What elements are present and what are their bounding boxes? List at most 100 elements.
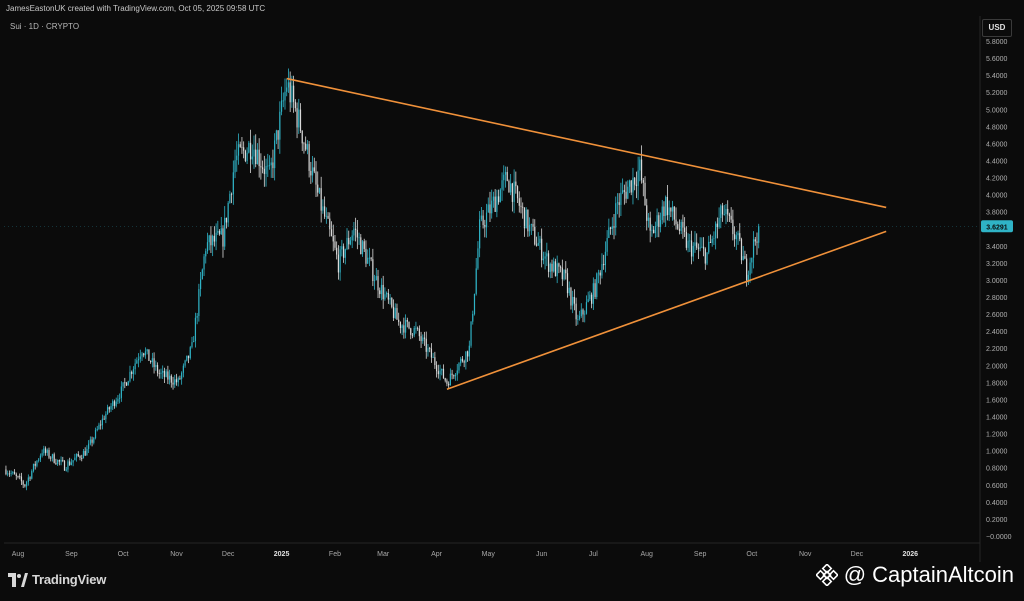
candle-body: [322, 206, 324, 211]
candle-body: [206, 242, 209, 252]
candle-body: [317, 184, 319, 193]
y-tick-label: 5.2000: [986, 90, 1008, 97]
candle-body: [134, 363, 136, 370]
candle-body: [663, 206, 665, 217]
candle-body: [608, 227, 610, 239]
candle-body: [213, 235, 215, 242]
candle-body: [448, 383, 450, 386]
candle-body: [129, 371, 131, 382]
candle-body: [647, 217, 650, 221]
candle-body: [96, 429, 98, 430]
candle-body: [363, 241, 365, 249]
candle-body: [334, 241, 336, 248]
candle-body: [349, 240, 352, 245]
candle-body: [749, 262, 751, 275]
candle-body: [60, 460, 62, 462]
candle-body: [43, 448, 45, 454]
candle-body: [511, 183, 513, 202]
candle-body: [72, 460, 74, 463]
candle-body: [630, 180, 632, 193]
candle-body: [758, 226, 760, 243]
candle-body: [12, 472, 14, 474]
candle-body: [437, 371, 439, 375]
y-tick-label: 4.6000: [986, 141, 1008, 148]
candle-body: [372, 259, 374, 282]
candle-body: [41, 453, 43, 456]
candle-body: [249, 142, 252, 160]
watermark-text: @ CaptainAltcoin: [843, 562, 1014, 587]
candle-body: [193, 341, 195, 343]
candle-body: [603, 264, 605, 266]
candle-body: [179, 378, 181, 379]
candle-body: [451, 373, 453, 376]
candle-body: [167, 371, 169, 380]
candle-body: [244, 150, 246, 161]
candle-body: [256, 149, 259, 165]
candle-body: [480, 215, 482, 220]
candle-body: [232, 172, 234, 195]
candle-body: [606, 238, 608, 252]
candle-body: [77, 453, 79, 456]
candle-body: [75, 453, 78, 458]
candle-body: [272, 162, 274, 169]
candle-body: [108, 407, 110, 410]
candle-body: [69, 461, 71, 465]
candle-body: [408, 321, 410, 329]
candle-body: [263, 168, 265, 174]
candle-body: [735, 235, 737, 240]
candle-body: [165, 371, 167, 377]
candle-body: [268, 165, 271, 166]
candle-body: [289, 82, 291, 103]
candle-body: [225, 217, 228, 223]
candle-body: [485, 212, 488, 228]
candle-body: [330, 229, 333, 236]
candle-body: [44, 448, 47, 453]
candle-body: [361, 241, 364, 255]
candle-body: [435, 365, 438, 372]
candle-body: [570, 287, 572, 306]
candle-body: [187, 355, 190, 359]
candle-body: [353, 228, 355, 236]
candle-body: [549, 263, 551, 272]
candle-body: [203, 256, 205, 270]
candle-body: [566, 273, 569, 294]
candle-body: [415, 327, 417, 329]
candle-body: [291, 85, 293, 103]
candle-body: [227, 202, 229, 223]
candle-body: [346, 237, 348, 250]
candle-body: [218, 230, 221, 235]
candle-body: [434, 357, 436, 366]
candle-body: [615, 203, 617, 228]
candle-body: [446, 380, 448, 384]
candle-body: [756, 241, 758, 243]
candle-body: [410, 328, 412, 335]
candle-body: [658, 215, 660, 227]
candle-body: [723, 213, 725, 215]
candle-body: [88, 443, 90, 449]
y-tick-label: 5.8000: [986, 39, 1008, 46]
candle-body: [604, 251, 607, 266]
candle-body: [649, 217, 651, 231]
candle-body: [561, 267, 563, 280]
candle-body: [124, 382, 126, 384]
candle-body: [458, 363, 460, 371]
candle-body: [417, 327, 419, 329]
candle-body: [279, 111, 281, 140]
candle-body: [81, 457, 83, 459]
candle-body: [262, 167, 264, 169]
candle-body: [744, 256, 746, 259]
candle-body: [487, 204, 489, 213]
candle-body: [327, 215, 329, 219]
tradingview-logo[interactable]: TradingView: [8, 572, 106, 587]
candle-body: [63, 461, 66, 471]
price-chart[interactable]: 5.8000 5.6000 5.4000 5.2000 5.0000 4.8000 4.60…: [0, 0, 1024, 601]
candle-body: [401, 325, 403, 328]
candle-body: [632, 177, 634, 193]
candle-body: [639, 159, 641, 171]
candle-body: [91, 439, 93, 443]
candle-body: [682, 221, 684, 228]
candle-body: [592, 283, 594, 304]
candle-body: [26, 482, 28, 487]
candle-body: [168, 375, 171, 380]
candle-body: [194, 317, 197, 342]
